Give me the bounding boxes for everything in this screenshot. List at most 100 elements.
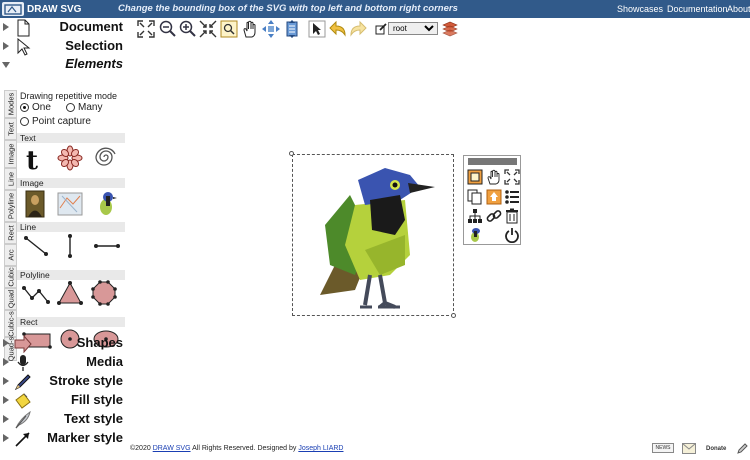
zoom-out-icon[interactable] [159, 20, 177, 38]
elements-panel: Drawing repetitive mode One Many Point c… [17, 90, 125, 350]
octagon-polygon-icon[interactable] [91, 280, 117, 306]
footer: ©2020 DRAW SVG All Rights Reserved. Desi… [130, 445, 343, 452]
export-icon[interactable] [486, 189, 502, 205]
section-label: Elements [65, 56, 123, 71]
mode-many-radio[interactable]: Many [66, 102, 102, 113]
top-toolbar: root [130, 18, 628, 40]
diagonal-line-icon[interactable] [23, 235, 49, 257]
polyline-icon[interactable] [22, 282, 50, 306]
select-arrow-icon[interactable] [308, 20, 326, 38]
vertical-tab-label: Modes [6, 92, 15, 116]
hand-icon[interactable] [486, 169, 502, 185]
section-label: Stroke style [49, 373, 123, 388]
expand-arrow-icon [3, 377, 9, 385]
vertical-tab-cubic[interactable]: Cubic [4, 266, 17, 288]
mode-point-capture-radio[interactable]: Point capture [20, 116, 91, 127]
hierarchy-icon[interactable] [467, 208, 483, 224]
copy-icon[interactable] [467, 189, 483, 205]
link-showcases[interactable]: Showcases [617, 4, 663, 14]
power-icon[interactable] [504, 227, 520, 243]
map-image-icon[interactable] [57, 192, 83, 216]
vertical-tab-image[interactable]: Image [4, 140, 17, 168]
vertical-line-icon[interactable] [63, 233, 77, 259]
vertical-tab-label: Polyline [6, 192, 15, 220]
fullscreen-icon[interactable] [504, 169, 520, 185]
section-label: Media [86, 354, 123, 369]
triangle-polygon-icon[interactable] [57, 280, 83, 306]
section-shapes[interactable]: Shapes [0, 334, 130, 353]
vertical-tab-polyline[interactable]: Polyline [4, 190, 17, 222]
expand-arrow-icon [3, 358, 9, 366]
vertical-tab-line[interactable]: Line [4, 168, 17, 190]
vertical-tab-arc[interactable]: Arc [4, 244, 17, 266]
section-elements[interactable]: Elements [0, 55, 130, 74]
top-left-handle[interactable] [289, 151, 294, 156]
text-tool-icon[interactable]: t [24, 145, 44, 173]
vertical-tab-cubic-s[interactable]: Cubic-s [4, 310, 17, 337]
hand-icon[interactable] [241, 20, 259, 38]
vertical-tab-label: Arc [6, 249, 15, 261]
group-line-heading: Line [17, 222, 125, 232]
fit-to-screen-icon[interactable] [137, 20, 155, 38]
link-documentation[interactable]: Documentation [667, 4, 728, 14]
news-badge[interactable]: NEWS [652, 443, 674, 455]
bird-thumbnail-icon[interactable] [467, 227, 483, 243]
redo-icon[interactable] [349, 20, 367, 38]
section-selection[interactable]: Selection [0, 37, 130, 56]
horizontal-line-icon[interactable] [93, 240, 121, 252]
flower-text-icon[interactable] [57, 145, 83, 171]
radio-icon [66, 103, 75, 112]
document-icon [17, 19, 30, 37]
section-media[interactable]: Media [0, 353, 130, 372]
footer-author-link[interactable]: Joseph LIARD [298, 445, 343, 452]
vertical-tab-label: Text [6, 122, 15, 136]
bird-image-icon[interactable] [95, 190, 117, 218]
zoom-selection-icon[interactable] [220, 20, 238, 38]
context-menu-drag-bar[interactable] [468, 158, 517, 165]
section-document[interactable]: Document [0, 18, 130, 37]
vertical-tab-quad[interactable]: Quad [4, 288, 17, 310]
donate-button[interactable]: Donate [706, 446, 726, 452]
link-icon[interactable] [486, 208, 502, 224]
mail-icon[interactable] [682, 443, 696, 454]
vertical-tab-rect[interactable]: Rect [4, 222, 17, 244]
vertical-tab-label: Image [6, 143, 15, 165]
trash-icon[interactable] [504, 208, 520, 224]
section-text-style[interactable]: Text style [0, 410, 130, 429]
marker-arrow-icon [15, 432, 30, 447]
element-type-tabs: Modes Text Image Line Polyline Rect Arc Cubic Qu… [4, 90, 17, 361]
vertical-tab-label: Rect [6, 225, 15, 241]
footer-brand-link[interactable]: DRAW SVG [153, 445, 191, 452]
bottom-right-handle[interactable] [451, 313, 456, 318]
section-stroke-style[interactable]: Stroke style [0, 372, 130, 391]
green-jay-bird-illustration[interactable] [310, 165, 435, 310]
layer-select[interactable]: root [388, 22, 438, 35]
microphone-icon [17, 355, 29, 371]
news-badge-label: NEWS [652, 443, 674, 453]
list-icon[interactable] [504, 189, 520, 205]
zoom-in-icon[interactable] [179, 20, 197, 38]
section-marker-style[interactable]: Marker style [0, 429, 130, 448]
expand-arrow-icon [3, 339, 9, 347]
spiral-text-icon[interactable] [92, 145, 116, 169]
bounding-box-icon[interactable] [467, 169, 483, 185]
shrink-icon[interactable] [199, 20, 217, 38]
logo[interactable]: DRAW SVG [2, 2, 81, 16]
vertical-tab-text[interactable]: Text [4, 118, 17, 140]
section-label: Document [59, 19, 123, 34]
pan-arrows-icon[interactable] [262, 20, 280, 38]
mode-one-radio[interactable]: One [20, 102, 51, 113]
group-image-heading: Image [17, 178, 125, 188]
layers-icon[interactable] [441, 20, 459, 38]
radio-label: One [32, 102, 51, 113]
section-fill-style[interactable]: Fill style [0, 391, 130, 410]
element-context-menu [463, 155, 521, 245]
edit-icon[interactable] [375, 23, 387, 35]
undo-icon[interactable] [329, 20, 347, 38]
fit-page-icon[interactable] [283, 20, 301, 38]
pencil-resize-icon[interactable] [736, 443, 748, 455]
logo-icon [2, 2, 24, 16]
mona-lisa-image-icon[interactable] [25, 190, 45, 218]
vertical-tab-modes[interactable]: Modes [4, 90, 17, 118]
link-about[interactable]: About [727, 4, 750, 14]
